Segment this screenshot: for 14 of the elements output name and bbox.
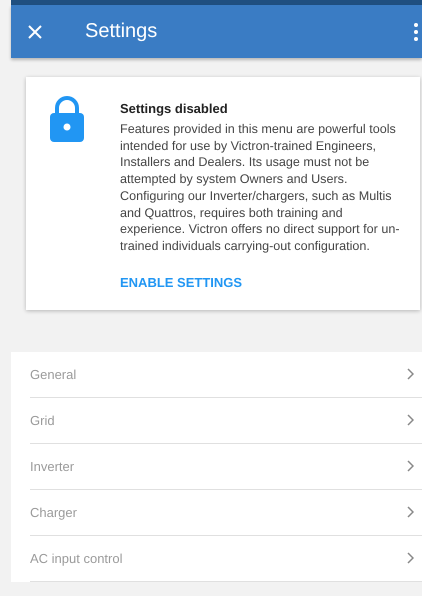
- chevron-right-icon: [407, 414, 414, 426]
- notice-text: Features provided in this menu are powerful tools intended for use by Victron-trained Engineers, Installers and Dealers. Its usage must not be attempted by system Owners and Users. Configuring our Inverter/chargers, such as Multis and Quattros, requires both training and experience. Victron offers no direct support for un-trained individuals carrying-out configuration.: [120, 121, 401, 255]
- chevron-right-icon: [407, 506, 414, 518]
- enable-settings-button[interactable]: ENABLE SETTINGS: [120, 274, 242, 290]
- notice-title: Settings disabled: [120, 101, 229, 116]
- more-vertical-icon: [414, 22, 418, 40]
- close-icon: [27, 24, 43, 40]
- chevron-right-icon: [407, 460, 414, 472]
- lock-icon: [50, 96, 84, 142]
- app-bar-title: Settings: [85, 20, 158, 43]
- chevron-right-icon: [407, 552, 414, 564]
- close-button[interactable]: [27, 24, 43, 40]
- chevron-right-icon: [407, 368, 414, 380]
- more-button[interactable]: [414, 22, 418, 40]
